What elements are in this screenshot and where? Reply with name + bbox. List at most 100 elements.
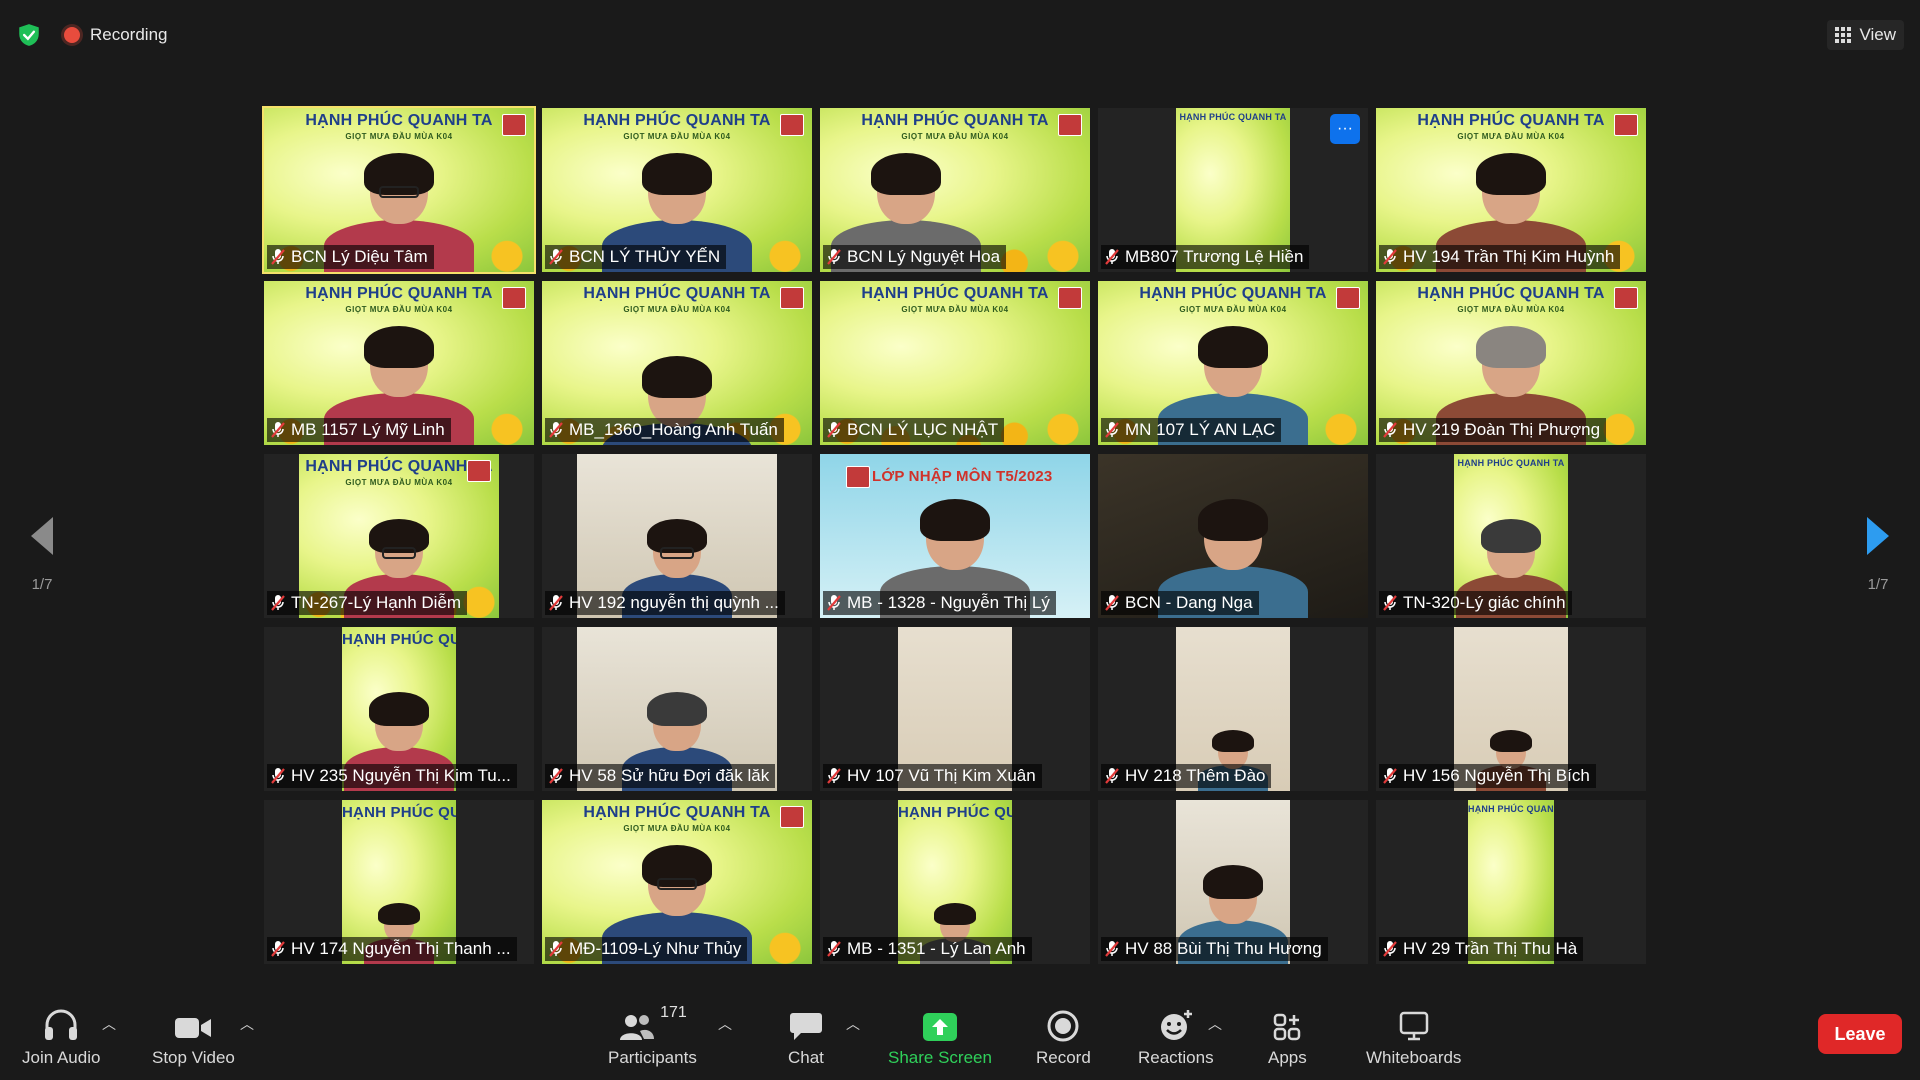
participant-name: TN-267-Lý Hạnh Diễm	[291, 593, 462, 612]
participant-name: HV 88 Bùi Thị Thu Hương	[1125, 939, 1322, 958]
participant-tile[interactable]: HV 218 Thêm Đào	[1098, 627, 1368, 791]
microphone-muted-icon	[827, 249, 841, 265]
participant-tile[interactable]: HẠNH PHÚC QUANH TA GIỌT MƯA ĐẦU MÙA K04 MB…	[542, 281, 812, 445]
audio-options-caret-icon[interactable]: ︿	[102, 1014, 116, 1034]
microphone-muted-icon	[1105, 249, 1119, 265]
banner-title: HẠNH PHÚC QUANH TA	[1468, 804, 1554, 814]
participant-tile[interactable]: HV 192 nguyễn thị quỳnh ...	[542, 454, 812, 618]
participant-tile[interactable]: HẠNH PHÚC QUANH TA GIỌT MƯA ĐẦU MÙA K04 HV…	[1376, 108, 1646, 272]
participant-name: TN-320-Lý giác chính	[1403, 593, 1566, 612]
apps-label: Apps	[1268, 1048, 1307, 1067]
participants-options-caret-icon[interactable]: ︿	[718, 1014, 732, 1034]
participant-tile[interactable]: HẠNH PHÚC QUANH TA GIỌT MƯA ĐẦU MÙA K04 MN…	[1098, 281, 1368, 445]
participant-tile[interactable]: HẠNH PHÚC QUANH TA TN-320-Lý giác chính	[1376, 454, 1646, 618]
join-audio-label: Join Audio	[22, 1048, 101, 1067]
banner-subtitle: GIỌT MƯA ĐẦU MÙA K04	[1457, 132, 1565, 141]
microphone-muted-icon	[1105, 941, 1119, 957]
record-button[interactable]: Record	[1036, 1004, 1091, 1068]
participant-tile[interactable]: HV 58 Sử hữu Đợi đăk lăk	[542, 627, 812, 791]
banner-logo-icon	[502, 287, 526, 309]
leave-button[interactable]: Leave	[1818, 1014, 1902, 1054]
view-button[interactable]: View	[1827, 20, 1904, 50]
microphone-muted-icon	[549, 422, 563, 438]
banner-logo-icon	[780, 114, 804, 136]
participant-name: HV 235 Nguyễn Thị Kim Tu...	[291, 766, 511, 785]
participant-tile[interactable]: HẠNH PHÚC QUANH TA GIỌT MƯA ĐẦU MÙA K04 BC…	[262, 106, 536, 274]
reactions-smiley-icon	[1160, 1010, 1192, 1040]
class-logo-icon	[846, 466, 870, 488]
participant-name-bar: BCN - Dang Nga	[1101, 591, 1259, 615]
participant-tile[interactable]: LỚP NHẬP MÔN T5/2023 MB - 1328 - Nguyễn T…	[820, 454, 1090, 618]
stop-video-button[interactable]: Stop Video	[152, 1004, 235, 1068]
banner-logo-icon	[1336, 287, 1360, 309]
chat-options-caret-icon[interactable]: ︿	[846, 1014, 860, 1034]
banner-title: HẠNH PHÚC QUANH TA	[861, 285, 1049, 302]
participant-tile[interactable]: HẠNH PHÚC QUANH TA GIỌT MƯA ĐẦU MÙA K04 BC…	[820, 108, 1090, 272]
share-screen-button[interactable]: Share Screen	[888, 1004, 992, 1068]
participant-name-bar: HV 174 Nguyễn Thị Thanh ...	[267, 937, 517, 961]
participant-tile[interactable]: HẠNH PHÚC QUANH TA GIỌT MƯA ĐẦU MÙA K04 BC…	[542, 108, 812, 272]
participant-tile[interactable]: HẠNH PHÚC QUANH TA HV 174 Nguyễn Thị Than…	[264, 800, 534, 964]
previous-page-button[interactable]: 1/7	[12, 515, 72, 593]
microphone-muted-icon	[271, 249, 285, 265]
banner-subtitle: GIỌT MƯA ĐẦU MÙA K04	[1179, 305, 1287, 314]
share-screen-icon	[922, 1013, 957, 1041]
banner-subtitle: GIỌT MƯA ĐẦU MÙA K04	[623, 132, 731, 141]
participant-name-bar: MN 107 LÝ AN LẠC	[1101, 418, 1282, 442]
join-audio-button[interactable]: Join Audio	[22, 1004, 100, 1068]
recording-label: Recording	[90, 25, 168, 44]
video-options-caret-icon[interactable]: ︿	[240, 1014, 254, 1034]
banner-subtitle: GIỌT MƯA ĐẦU MÙA K04	[345, 132, 453, 141]
apps-icon	[1274, 1013, 1301, 1041]
participant-name: BCN LÝ THỦY YẾN	[569, 247, 721, 266]
top-bar: Recording View	[0, 0, 1920, 70]
participant-tile[interactable]: HẠNH PHÚC QUANH TA HV 235 Nguyễn Thị Kim …	[264, 627, 534, 791]
microphone-muted-icon	[1383, 422, 1397, 438]
stop-video-label: Stop Video	[152, 1048, 235, 1067]
participant-tile[interactable]: HẠNH PHÚC QUANH TA GIỌT MƯA ĐẦU MÙA K04 HV…	[1376, 281, 1646, 445]
banner-logo-icon	[1058, 114, 1082, 136]
participant-name: HV 58 Sử hữu Đợi đăk lăk	[569, 766, 770, 785]
headphones-icon	[45, 1009, 78, 1040]
reactions-options-caret-icon[interactable]: ︿	[1208, 1014, 1222, 1034]
microphone-muted-icon	[1383, 595, 1397, 611]
banner-subtitle: GIỌT MƯA ĐẦU MÙA K04	[623, 824, 731, 833]
participant-tile[interactable]: HV 107 Vũ Thị Kim Xuân	[820, 627, 1090, 791]
participant-tile[interactable]: HẠNH PHÚC QUANH TA ··· MB807 Trương Lệ Hiề…	[1098, 108, 1368, 272]
participants-button[interactable]: 171 Participants	[608, 1004, 697, 1068]
more-options-button[interactable]: ···	[1330, 114, 1360, 144]
participants-label: Participants	[608, 1048, 697, 1067]
participant-tile[interactable]: HẠNH PHÚC QUANH TA MB - 1351 - Lý Lan Anh	[820, 800, 1090, 964]
banner-logo-icon	[780, 287, 804, 309]
reactions-button[interactable]: Reactions	[1138, 1004, 1214, 1068]
participant-name: BCN LÝ LỤC NHẬT	[847, 420, 999, 439]
microphone-muted-icon	[1105, 422, 1119, 438]
next-page-button[interactable]: 1/7	[1848, 515, 1908, 593]
banner-title: HẠNH PHÚC QUANH TA	[305, 285, 493, 302]
participant-tile[interactable]: HẠNH PHÚC QUANH TA GIỌT MƯA ĐẦU MÙA K04 BC…	[820, 281, 1090, 445]
whiteboards-label: Whiteboards	[1366, 1048, 1462, 1067]
microphone-muted-icon	[1383, 941, 1397, 957]
chat-button[interactable]: Chat	[788, 1004, 824, 1068]
participant-tile[interactable]: BCN - Dang Nga	[1098, 454, 1368, 618]
banner-title: HẠNH PHÚC QUANH TA	[583, 285, 771, 302]
participant-tile[interactable]: HẠNH PHÚC QUANH TA GIỌT MƯA ĐẦU MÙA K04 MĐ…	[542, 800, 812, 964]
grid-view-icon	[1835, 27, 1852, 43]
security-shield-icon[interactable]	[16, 22, 42, 48]
participant-name-bar: BCN Lý Diệu Tâm	[267, 245, 434, 269]
participant-tile[interactable]: HẠNH PHÚC QUANH TA HV 29 Trần Thị Thu Hà	[1376, 800, 1646, 964]
banner-subtitle: GIỌT MƯA ĐẦU MÙA K04	[901, 305, 1009, 314]
participant-tile[interactable]: HV 156 Nguyễn Thị Bích	[1376, 627, 1646, 791]
banner-title: HẠNH PHÚC QUANH TA	[1457, 458, 1565, 468]
recording-indicator[interactable]: Recording	[64, 22, 168, 48]
banner-logo-icon	[780, 806, 804, 828]
banner-title: HẠNH PHÚC QUANH TA	[583, 804, 771, 821]
participant-tile[interactable]: HẠNH PHÚC QUANH TA GIỌT MƯA ĐẦU MÙA K04 TN…	[264, 454, 534, 618]
participant-name: MB807 Trương Lệ Hiền	[1125, 247, 1304, 266]
banner-logo-icon	[467, 460, 491, 482]
participant-tile[interactable]: HV 88 Bùi Thị Thu Hương	[1098, 800, 1368, 964]
class-banner-title: LỚP NHẬP MÔN T5/2023	[872, 468, 1053, 485]
whiteboards-button[interactable]: Whiteboards	[1366, 1004, 1461, 1068]
apps-button[interactable]: Apps	[1268, 1004, 1307, 1068]
participant-tile[interactable]: HẠNH PHÚC QUANH TA GIỌT MƯA ĐẦU MÙA K04 MB…	[264, 281, 534, 445]
